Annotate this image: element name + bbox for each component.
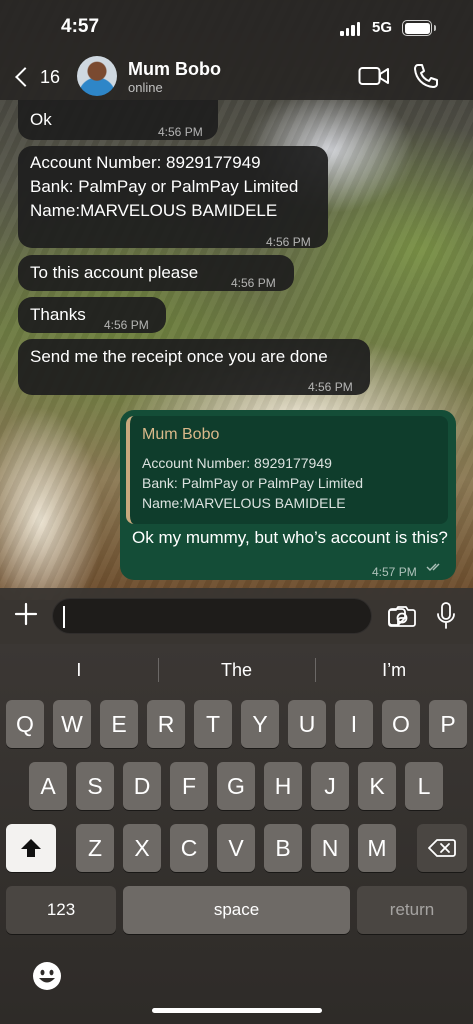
key-v[interactable]: V	[217, 824, 255, 872]
key-m[interactable]: M	[358, 824, 396, 872]
contact-name[interactable]: Mum Bobo	[128, 59, 221, 80]
shift-arrow-icon	[21, 839, 41, 857]
message-input[interactable]	[52, 598, 406, 634]
network-label: 5G	[372, 19, 393, 36]
signal-icon	[340, 22, 360, 36]
message-bubble-incoming[interactable]: Thanks 4:56 PM	[18, 297, 166, 333]
key-p[interactable]: P	[429, 700, 467, 748]
key-a[interactable]: A	[29, 762, 67, 810]
unread-count: 16	[40, 66, 61, 87]
key-y[interactable]: Y	[241, 700, 279, 748]
message-text: To this account please	[30, 263, 199, 282]
key-t[interactable]: T	[194, 700, 232, 748]
emoji-icon[interactable]	[31, 960, 63, 992]
message-text: Ok	[30, 110, 52, 129]
key-d[interactable]: D	[123, 762, 161, 810]
suggestion-item[interactable]: I	[0, 652, 158, 688]
key-e[interactable]: E	[100, 700, 138, 748]
key-b[interactable]: B	[264, 824, 302, 872]
status-bar: 4:57 5G	[0, 0, 473, 56]
message-bubble-incoming[interactable]: Ok 4:56 PM	[18, 100, 218, 140]
key-s[interactable]: S	[76, 762, 114, 810]
contact-status: online	[128, 80, 163, 95]
read-receipt-icon	[426, 563, 440, 571]
message-bubble-incoming[interactable]: Send me the receipt once you are done 4:…	[18, 339, 370, 395]
quoted-message[interactable]: Mum Bobo Account Number: 8929177949 Bank…	[126, 416, 448, 524]
key-n[interactable]: N	[311, 824, 349, 872]
message-text: Ok my mummy, but who’s account is this?	[132, 528, 448, 547]
battery-icon	[402, 20, 436, 36]
keyboard: I The I’m Q W E R T Y U I O P A S D F G …	[0, 644, 473, 1024]
key-k[interactable]: K	[358, 762, 396, 810]
key-j[interactable]: J	[311, 762, 349, 810]
message-text: Send me the receipt once you are done	[30, 347, 328, 366]
key-i[interactable]: I	[335, 700, 373, 748]
camera-icon[interactable]	[388, 605, 416, 627]
chevron-left-icon	[15, 67, 35, 87]
message-time: 4:56 PM	[231, 276, 276, 290]
status-time: 4:57	[61, 16, 100, 37]
plus-icon[interactable]	[14, 602, 38, 626]
backspace-key[interactable]	[417, 824, 467, 872]
key-q[interactable]: Q	[6, 700, 44, 748]
key-f[interactable]: F	[170, 762, 208, 810]
key-g[interactable]: G	[217, 762, 255, 810]
avatar[interactable]	[77, 56, 117, 96]
predictive-suggestions: I The I’m	[0, 652, 473, 688]
message-time: 4:56 PM	[308, 380, 353, 394]
chat-header: 16 Mum Bobo online	[0, 56, 473, 100]
message-bubble-outgoing[interactable]: Mum Bobo Account Number: 8929177949 Bank…	[120, 410, 456, 580]
quote-text: Account Number: 8929177949 Bank: PalmPay…	[142, 455, 363, 511]
key-u[interactable]: U	[288, 700, 326, 748]
key-c[interactable]: C	[170, 824, 208, 872]
suggestion-item[interactable]: I’m	[315, 652, 473, 688]
space-key[interactable]: space	[123, 886, 350, 934]
key-w[interactable]: W	[53, 700, 91, 748]
message-time: 4:57 PM	[372, 565, 417, 579]
key-z[interactable]: Z	[76, 824, 114, 872]
back-button[interactable]: 16	[12, 62, 60, 92]
text-cursor	[63, 606, 65, 628]
microphone-icon[interactable]	[436, 602, 456, 630]
message-bubble-incoming[interactable]: Account Number: 8929177949 Bank: PalmPay…	[18, 146, 328, 249]
key-x[interactable]: X	[123, 824, 161, 872]
message-input-bar	[0, 588, 473, 644]
message-text: Thanks	[30, 305, 86, 324]
key-l[interactable]: L	[405, 762, 443, 810]
phone-call-icon[interactable]	[412, 62, 440, 90]
suggestion-item[interactable]: The	[157, 652, 316, 688]
shift-key[interactable]	[6, 824, 56, 872]
message-time: 4:56 PM	[158, 125, 203, 139]
key-o[interactable]: O	[382, 700, 420, 748]
key-r[interactable]: R	[147, 700, 185, 748]
backspace-icon	[428, 839, 456, 857]
message-time: 4:56 PM	[266, 235, 311, 249]
home-indicator	[152, 1008, 322, 1013]
message-text: Account Number: 8929177949 Bank: PalmPay…	[30, 153, 299, 220]
message-bubble-incoming[interactable]: To this account please 4:56 PM	[18, 255, 294, 291]
video-call-icon[interactable]	[358, 64, 390, 88]
numbers-key[interactable]: 123	[6, 886, 116, 934]
quote-author: Mum Bobo	[142, 426, 220, 443]
message-time: 4:56 PM	[104, 318, 149, 332]
return-key[interactable]: return	[357, 886, 467, 934]
key-h[interactable]: H	[264, 762, 302, 810]
